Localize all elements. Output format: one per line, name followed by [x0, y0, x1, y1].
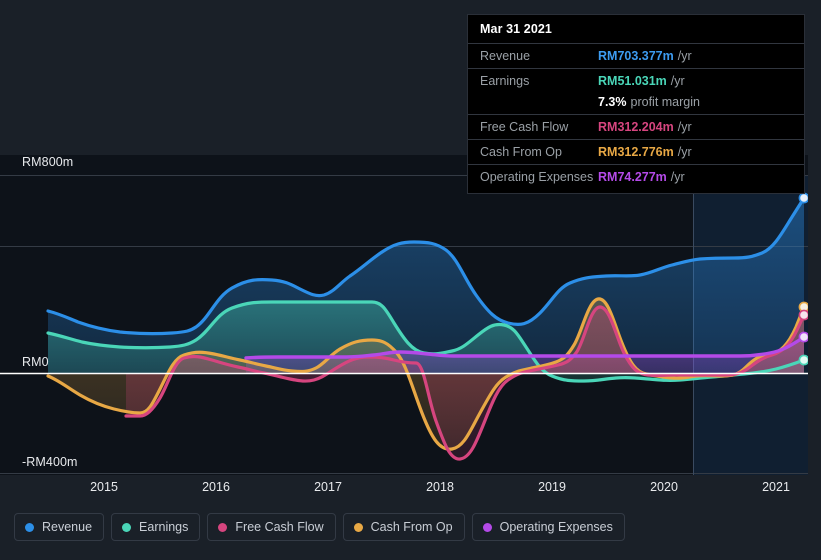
- endpoint-marker-fcf: [798, 309, 808, 321]
- y-axis-label-top: RM800m: [22, 155, 74, 169]
- tooltip-row: Revenue RM703.377m/yr: [468, 43, 804, 68]
- x-axis-label-2021: 2021: [762, 480, 790, 494]
- x-axis-label-2019: 2019: [538, 480, 566, 494]
- chart-plot-area[interactable]: [0, 155, 808, 475]
- legend-color-dot-icon: [122, 522, 132, 532]
- legend-color-dot-icon: [25, 522, 34, 532]
- tooltip-row: 7.3% profit margin: [468, 93, 804, 114]
- endpoint-marker-revenue: [798, 192, 808, 204]
- tooltip-row-label: Earnings: [480, 74, 530, 88]
- tooltip-row-label: Operating Expenses: [480, 170, 594, 184]
- endpoint-marker-earnings: [798, 354, 808, 366]
- tooltip-row-unit: /yr: [677, 145, 692, 159]
- legend-item-label: Revenue: [42, 520, 93, 534]
- endpoint-marker-opex: [798, 331, 808, 343]
- legend-item-label: Cash From Op: [370, 520, 453, 534]
- legend-item-free-cash-flow[interactable]: Free Cash Flow: [207, 513, 336, 541]
- legend-item-revenue[interactable]: Revenue: [14, 513, 105, 541]
- tooltip-row-value: RM703.377m: [598, 49, 674, 63]
- tooltip-row: Free Cash Flow RM312.204m/yr: [468, 114, 804, 139]
- legend-color-dot-icon: [218, 522, 228, 532]
- chart-page: RM800m RM0 -RM400m 2015 2016 2017 2018 2019 2…: [0, 0, 821, 560]
- legend-item-operating-expenses[interactable]: Operating Expenses: [471, 513, 625, 541]
- legend-item-label: Operating Expenses: [499, 520, 613, 534]
- tooltip-row: Operating Expenses RM74.277m/yr: [468, 164, 804, 189]
- chart-legend[interactable]: Revenue Earnings Free Cash Flow Cash From O…: [14, 513, 625, 541]
- tooltip-row: Earnings RM51.031m/yr: [468, 68, 804, 93]
- x-axis-label-2018: 2018: [426, 480, 454, 494]
- tooltip-row-label: Cash From Op: [480, 145, 562, 159]
- data-tooltip: Mar 31 2021 Revenue RM703.377m/yr Earnings…: [467, 14, 805, 194]
- tooltip-row-label: Free Cash Flow: [480, 120, 569, 134]
- tooltip-rows: Revenue RM703.377m/yr Earnings RM51.031m/yr…: [468, 43, 804, 189]
- tooltip-row-unit: /yr: [670, 74, 685, 88]
- tooltip-row: Cash From Op RM312.776m/yr: [468, 139, 804, 164]
- legend-item-earnings[interactable]: Earnings: [111, 513, 201, 541]
- legend-color-dot-icon: [482, 522, 492, 532]
- tooltip-row-unit: /yr: [670, 170, 685, 184]
- tooltip-row-note: profit margin: [630, 95, 700, 109]
- legend-item-label: Free Cash Flow: [235, 520, 324, 534]
- tooltip-row-value: RM312.204m: [598, 120, 674, 134]
- x-axis-label-2016: 2016: [202, 480, 230, 494]
- legend-item-label: Earnings: [139, 520, 189, 534]
- y-axis-label-zero: RM0: [22, 355, 49, 369]
- tooltip-row-label: Revenue: [480, 49, 531, 63]
- x-axis: 2015 2016 2017 2018 2019 2020 2021: [0, 480, 821, 504]
- tooltip-row-unit: /yr: [677, 49, 692, 63]
- legend-color-dot-icon: [353, 522, 363, 532]
- tooltip-row-unit: /yr: [677, 120, 692, 134]
- tooltip-row-value: RM312.776m: [598, 145, 674, 159]
- tooltip-row-value: 7.3%: [598, 95, 627, 109]
- legend-item-cash-from-op[interactable]: Cash From Op: [342, 513, 465, 541]
- x-axis-label-2015: 2015: [90, 480, 118, 494]
- x-axis-label-2020: 2020: [650, 480, 678, 494]
- tooltip-row-value: RM51.031m: [598, 74, 667, 88]
- x-axis-label-2017: 2017: [314, 480, 342, 494]
- tooltip-date: Mar 31 2021: [480, 22, 552, 36]
- tooltip-row-value: RM74.277m: [598, 170, 667, 184]
- financial-area-chart: [0, 155, 808, 475]
- y-axis-label-bottom: -RM400m: [22, 455, 78, 469]
